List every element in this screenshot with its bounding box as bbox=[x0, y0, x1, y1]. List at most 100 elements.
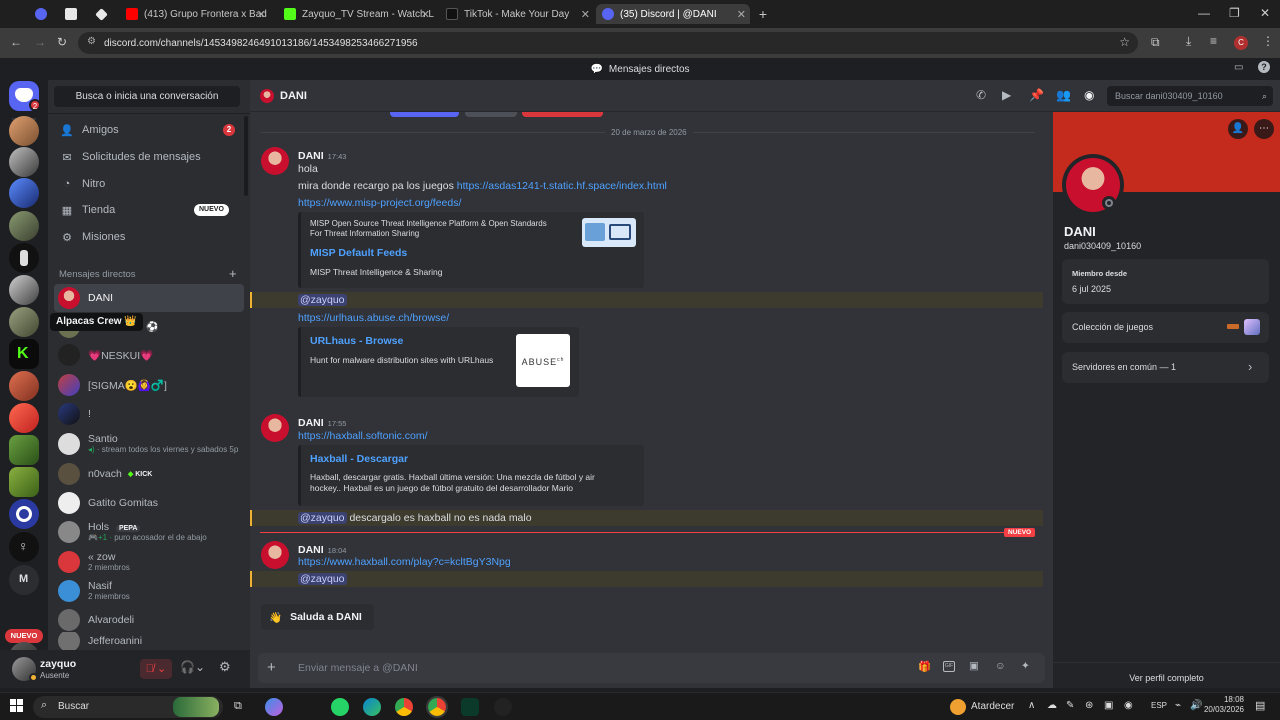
embed-title[interactable]: MISP Default Feeds bbox=[310, 247, 407, 259]
create-dm-button[interactable]: + bbox=[229, 266, 237, 281]
nav-solicitudes[interactable]: ✉ Solicitudes de mensajes bbox=[54, 146, 240, 168]
tray-app-icon[interactable]: ◉ bbox=[1124, 700, 1133, 711]
server-icon[interactable] bbox=[9, 243, 39, 273]
user-mention[interactable]: @zayquo bbox=[298, 512, 347, 524]
add-friends-icon[interactable]: 👥 bbox=[1056, 88, 1071, 102]
message-author[interactable]: DANI bbox=[298, 417, 324, 429]
server-icon[interactable] bbox=[9, 147, 39, 177]
home-button[interactable]: 2 bbox=[9, 81, 41, 111]
language-indicator[interactable]: ESP bbox=[1151, 701, 1167, 710]
close-icon[interactable]: ✕ bbox=[737, 8, 746, 21]
server-icon[interactable] bbox=[9, 403, 39, 433]
attach-plus-icon[interactable]: + bbox=[267, 659, 276, 676]
nav-nitro[interactable]: ◔ Nitro bbox=[54, 173, 240, 195]
edge-icon[interactable] bbox=[363, 698, 381, 716]
dm-item[interactable]: Jefferoanini bbox=[54, 632, 244, 650]
clock[interactable]: 18:08 20/03/2026 bbox=[1200, 695, 1244, 715]
user-mention[interactable]: @zayquo bbox=[298, 294, 347, 306]
chrome-active-icon[interactable] bbox=[426, 696, 448, 718]
dm-item-group[interactable]: Nasif 2 miembros bbox=[54, 577, 244, 605]
terminal-app-icon[interactable] bbox=[461, 698, 479, 716]
url-field[interactable]: ⚙ discord.com/channels/14534982464910131… bbox=[78, 32, 1138, 54]
server-icon[interactable] bbox=[9, 116, 39, 146]
server-icon[interactable] bbox=[9, 371, 39, 401]
network-icon[interactable]: ⌁ bbox=[1175, 700, 1181, 711]
wave-button[interactable]: 👋 Saluda a DANI bbox=[261, 604, 374, 630]
dm-item[interactable]: Alvarodeli bbox=[54, 606, 244, 634]
close-icon[interactable]: ✕ bbox=[421, 8, 430, 21]
message-link[interactable]: https://asdas1241-t.static.hf.space/inde… bbox=[457, 180, 667, 192]
tray-app-icon[interactable]: ☁ bbox=[1047, 700, 1057, 711]
dm-item-group[interactable]: « zow 2 miembros bbox=[54, 548, 244, 576]
dm-item[interactable]: ! bbox=[54, 400, 244, 428]
pin-icon[interactable]: 📌 bbox=[1029, 88, 1044, 102]
tab-kick[interactable]: Zayquo_TV Stream - Watch Live ✕ bbox=[278, 4, 434, 24]
site-info-icon[interactable]: ⚙ bbox=[87, 36, 96, 47]
embed-title[interactable]: Haxball - Descargar bbox=[310, 453, 408, 465]
message-link[interactable]: https://urlhaus.abuse.ch/browse/ bbox=[298, 312, 449, 324]
apps-icon[interactable]: ✦ bbox=[1021, 660, 1030, 672]
windows-start-icon[interactable] bbox=[10, 699, 24, 713]
tray-app-icon[interactable]: ⊛ bbox=[1085, 700, 1093, 711]
dm-item[interactable]: 💗NESKUI💗 bbox=[54, 341, 244, 369]
previous-embed-button[interactable] bbox=[522, 112, 603, 117]
find-conversation-button[interactable]: Busca o inicia una conversación bbox=[54, 86, 240, 107]
tab-tiktok[interactable]: TikTok - Make Your Day ✕ bbox=[440, 4, 594, 24]
emoji-icon[interactable]: ☺ bbox=[995, 660, 1006, 672]
window-close-icon[interactable]: ✕ bbox=[1260, 6, 1270, 20]
server-icon[interactable] bbox=[9, 178, 39, 208]
task-view-icon[interactable]: ⧉ bbox=[234, 700, 242, 713]
sidebar-scrollbar[interactable] bbox=[244, 116, 248, 196]
server-icon[interactable] bbox=[9, 211, 39, 241]
minimize-icon[interactable]: — bbox=[1198, 6, 1210, 20]
server-icon[interactable] bbox=[9, 499, 39, 529]
tray-app-icon[interactable]: ▣ bbox=[1104, 700, 1113, 711]
chrome-icon[interactable] bbox=[395, 698, 413, 716]
chat-search-input[interactable]: Buscar dani030409_10160 ⌕ bbox=[1107, 86, 1273, 106]
video-call-icon[interactable]: ▶ bbox=[1002, 88, 1011, 102]
media-icon[interactable]: ≡ bbox=[1210, 34, 1217, 48]
dm-item[interactable]: [SIGMA😮🙆‍♀️♂️] bbox=[54, 371, 244, 399]
close-icon[interactable]: ✕ bbox=[581, 8, 590, 21]
menu-icon[interactable]: ⋮ bbox=[1262, 34, 1274, 48]
app-icon[interactable] bbox=[494, 698, 512, 716]
voice-call-icon[interactable]: ✆ bbox=[976, 88, 986, 102]
help-icon[interactable]: ? bbox=[1258, 61, 1270, 73]
pinned-tab[interactable] bbox=[30, 4, 52, 24]
server-icon[interactable]: ♀ bbox=[9, 532, 39, 562]
header-title[interactable]: DANI bbox=[280, 90, 307, 102]
gif-icon[interactable]: GIF bbox=[943, 661, 955, 672]
dm-item[interactable]: n0vach ◆ KICK bbox=[54, 460, 244, 488]
tab-youtube[interactable]: (413) Grupo Frontera x Bad Bun✕ bbox=[120, 4, 270, 24]
taskbar-search[interactable]: ⌕ Buscar bbox=[33, 696, 223, 718]
download-icon[interactable]: ⤓ bbox=[1186, 34, 1191, 49]
mic-muted-icon[interactable]: 🎙̸ ⌄ bbox=[140, 659, 172, 679]
forward-icon[interactable]: → bbox=[34, 35, 46, 49]
message-link[interactable]: https://www.misp-project.org/feeds/ bbox=[298, 197, 461, 209]
copilot-icon[interactable] bbox=[265, 698, 283, 716]
user-profile-icon[interactable]: ◉ bbox=[1084, 88, 1094, 102]
previous-embed-button[interactable] bbox=[465, 112, 517, 117]
previous-embed-button[interactable] bbox=[390, 112, 459, 117]
server-icon[interactable] bbox=[9, 435, 39, 465]
tray-chevron-icon[interactable]: ∧ bbox=[1028, 700, 1035, 711]
dm-item[interactable]: Hols PEPA 🎮+1 · puro acosador el de abaj… bbox=[54, 518, 244, 546]
message-link[interactable]: https://haxball.softonic.com/ bbox=[298, 430, 428, 442]
embed-thumbnail[interactable] bbox=[582, 218, 636, 247]
message-input[interactable]: + Enviar mensaje a @DANI 🎁 GIF ▣ ☺ ✦ bbox=[258, 653, 1045, 683]
add-friend-icon[interactable]: 👤 bbox=[1228, 119, 1248, 139]
embed-title[interactable]: URLhaus - Browse bbox=[310, 335, 403, 347]
dm-item-dani[interactable]: DANI bbox=[54, 284, 244, 312]
settings-gear-icon[interactable]: ⚙ bbox=[219, 659, 231, 675]
gift-icon[interactable]: 🎁 bbox=[918, 660, 931, 673]
server-icon[interactable] bbox=[9, 275, 39, 305]
extensions-icon[interactable]: ⧉ bbox=[1151, 35, 1160, 50]
view-full-profile-link[interactable]: Ver perfil completo bbox=[1053, 673, 1280, 683]
message-avatar[interactable] bbox=[261, 147, 289, 175]
message-avatar[interactable] bbox=[261, 414, 289, 442]
notifications-icon[interactable]: ▤ bbox=[1255, 699, 1265, 712]
nav-tienda[interactable]: ▦ Tienda NUEVO bbox=[54, 199, 240, 221]
whatsapp-icon[interactable] bbox=[331, 698, 349, 716]
user-mention[interactable]: @zayquo bbox=[298, 573, 347, 585]
dm-item[interactable]: Gatito Gomitas bbox=[54, 489, 244, 517]
